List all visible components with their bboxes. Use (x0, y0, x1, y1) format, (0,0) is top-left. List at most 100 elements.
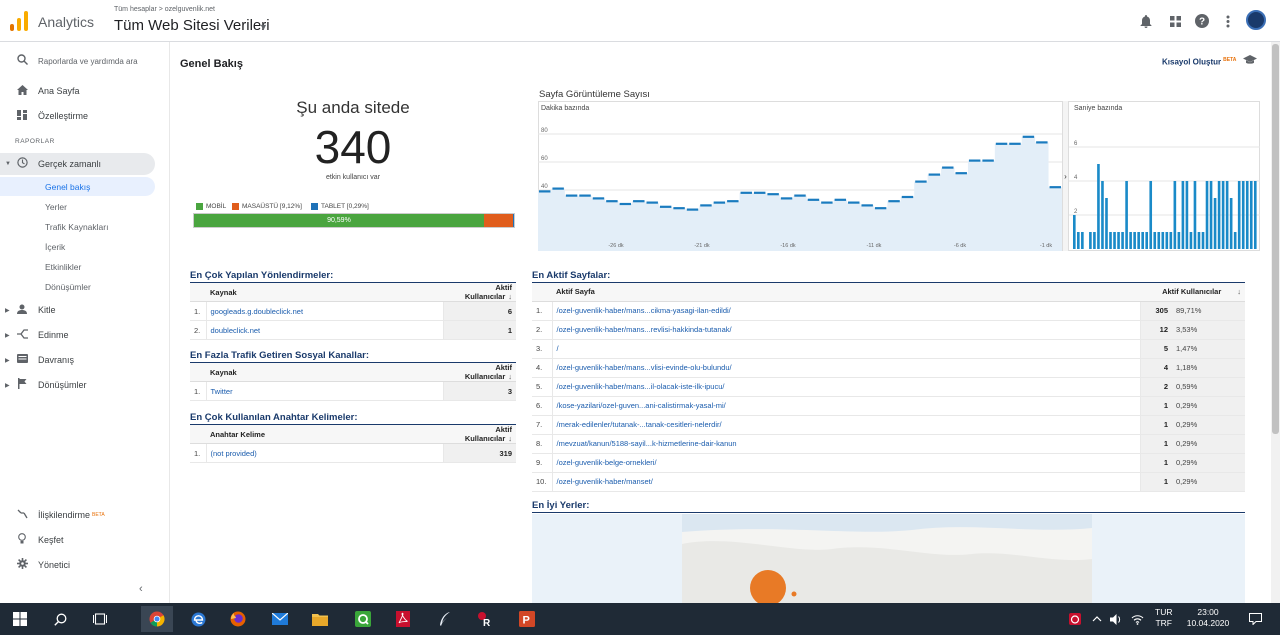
sidebar-sub-overview[interactable]: Genel bakış (0, 177, 155, 196)
windows-start-icon[interactable] (7, 606, 33, 632)
table-row[interactable]: 9./ozel-guvenlik-belge-ornekleri/1 0,29% (532, 453, 1245, 473)
more-vert-icon[interactable] (1219, 12, 1237, 30)
pdf-reader-taskbar-icon[interactable] (390, 606, 416, 632)
locations-map[interactable] (532, 514, 1245, 603)
sidebar-item-admin[interactable]: Yönetici (0, 554, 155, 576)
row-source[interactable]: doubleclick.net (206, 320, 444, 340)
create-shortcut-button[interactable]: Kısayol Oluştur BETA (1162, 57, 1236, 67)
sidebar-sub-events[interactable]: Etkinlikler (0, 257, 155, 276)
chrome-taskbar-icon[interactable] (141, 606, 173, 632)
page-header[interactable]: Aktif Sayfa (552, 283, 1140, 302)
row-page[interactable]: /ozel-guvenlik-belge-ornekleri/ (552, 453, 1141, 473)
sidebar-item-conversions[interactable]: ▶ Dönüşümler (0, 374, 155, 396)
app-green-taskbar-icon[interactable] (350, 606, 376, 632)
table-row[interactable]: 1. googleads.g.doubleclick.net 6 (190, 301, 516, 321)
table-row[interactable]: 1. (not provided) 319 (190, 443, 516, 463)
bar (1201, 232, 1205, 249)
row-index: 2. (532, 320, 553, 340)
file-explorer-taskbar-icon[interactable] (307, 606, 333, 632)
sidebar-item-customize[interactable]: Özelleştirme (0, 105, 155, 127)
breadcrumb[interactable]: Tüm hesaplar > ozelguvenlik.net (114, 6, 215, 13)
row-source[interactable]: Twitter (206, 381, 444, 401)
caret-down-icon[interactable]: ▼ (259, 22, 268, 32)
bar (1089, 232, 1092, 249)
app-sr-taskbar-icon[interactable]: R (473, 606, 499, 632)
row-page[interactable]: /ozel-guvenlik-haber/manset/ (552, 472, 1141, 492)
row-page[interactable]: /ozel-guvenlik-haber/mans...revlisi-hakk… (552, 320, 1141, 340)
row-keyword[interactable]: (not provided) (206, 443, 444, 463)
active-users-header[interactable]: Aktif Kullanıcılar ↓ (443, 283, 516, 302)
sidebar-sub-content[interactable]: İçerik (0, 237, 155, 256)
sidebar-item-behavior[interactable]: ▶ Davranış (0, 349, 155, 371)
task-view-icon[interactable] (87, 606, 113, 632)
bar (1077, 232, 1080, 249)
row-page[interactable]: /ozel-guvenlik-haber/mans...il-olacak-is… (552, 377, 1141, 397)
source-header[interactable]: Kaynak (206, 363, 443, 382)
sidebar-sub-conversions[interactable]: Dönüşümler (0, 277, 155, 296)
bar (1137, 232, 1140, 249)
volume-icon[interactable] (1106, 606, 1126, 632)
graduation-cap-icon[interactable] (1243, 54, 1257, 68)
table-row[interactable]: 4./ozel-guvenlik-haber/mans...vlisi-evin… (532, 358, 1245, 378)
wifi-icon[interactable] (1127, 606, 1147, 632)
active-users-header[interactable]: Aktif Kullanıcılar ↓ (1140, 283, 1245, 302)
collapse-sidebar-icon[interactable]: ‹ (139, 583, 143, 595)
row-page[interactable]: /ozel-guvenlik-haber/mans...cikma-yasagi… (552, 301, 1141, 321)
sidebar-item-home[interactable]: Ana Sayfa (0, 80, 155, 102)
chart-toggle-arrow-icon[interactable]: › (1062, 101, 1069, 251)
table-row[interactable]: 1./ozel-guvenlik-haber/mans...cikma-yasa… (532, 301, 1245, 321)
sidebar-item-realtime[interactable]: ▼ Gerçek zamanlı (0, 153, 155, 175)
help-icon[interactable]: ? (1193, 12, 1211, 30)
row-page[interactable]: /merak-edilenler/tutanak-...tanak-cesitl… (552, 415, 1141, 435)
firefox-taskbar-icon[interactable] (225, 606, 251, 632)
system-clock[interactable]: 23:00 10.04.2020 (1183, 607, 1233, 629)
person-icon (15, 304, 29, 317)
table-row[interactable]: 2./ozel-guvenlik-haber/mans...revlisi-ha… (532, 320, 1245, 340)
y-tick-label: 60 (541, 156, 548, 162)
table-row[interactable]: 5./ozel-guvenlik-haber/mans...il-olacak-… (532, 377, 1245, 397)
row-source[interactable]: googleads.g.doubleclick.net (206, 301, 444, 321)
table-header: Aktif Sayfa Aktif Kullanıcılar ↓ (532, 283, 1245, 302)
mail-taskbar-icon[interactable] (267, 606, 293, 632)
sidebar-item-discover[interactable]: Keşfet (0, 529, 155, 551)
feather-app-taskbar-icon[interactable] (432, 606, 458, 632)
row-value: 6 (443, 301, 516, 321)
notifications-icon[interactable] (1242, 606, 1268, 632)
row-page[interactable]: /ozel-guvenlik-haber/mans...vlisi-evinde… (552, 358, 1141, 378)
row-page[interactable]: /mevzuat/kanun/5188-sayil...k-hizmetleri… (552, 434, 1141, 454)
source-header[interactable]: Kaynak (206, 283, 443, 302)
sidebar-item-audience[interactable]: ▶ Kitle (0, 299, 155, 321)
powerpoint-taskbar-icon[interactable]: P (514, 606, 540, 632)
search-icon[interactable] (47, 606, 73, 632)
sidebar-item-acquisition[interactable]: ▶ Edinme (0, 324, 155, 346)
row-page[interactable]: /kose-yazilari/ozel-guven...ani-calistir… (552, 396, 1141, 416)
table-row[interactable]: 1. Twitter 3 (190, 381, 516, 401)
active-users-header[interactable]: Aktif Kullanıcılar ↓ (443, 425, 516, 444)
active-users-header[interactable]: Aktif Kullanıcılar ↓ (443, 363, 516, 382)
bar (1125, 181, 1128, 249)
table-row[interactable]: 7./merak-edilenler/tutanak-...tanak-cesi… (532, 415, 1245, 435)
tray-app-icon[interactable] (1062, 606, 1088, 632)
sidebar-item-attribution[interactable]: İlişkilendirme BETA (0, 504, 155, 526)
apps-grid-icon[interactable] (1166, 12, 1184, 30)
search-reports[interactable]: Raporlarda ve yardımda ara (0, 50, 155, 72)
sidebar-sub-locations[interactable]: Yerler (0, 197, 155, 216)
table-row[interactable]: 2. doubleclick.net 1 (190, 320, 516, 340)
table-row[interactable]: 10./ozel-guvenlik-haber/manset/1 0,29% (532, 472, 1245, 492)
table-row[interactable]: 8./mevzuat/kanun/5188-sayil...k-hizmetle… (532, 434, 1245, 454)
account-avatar[interactable] (1246, 10, 1266, 30)
bell-icon[interactable] (1137, 12, 1155, 30)
tray-chevron-up-icon[interactable] (1088, 606, 1106, 632)
table-row[interactable]: 3./5 1,47% (532, 339, 1245, 359)
row-percent: 1,18% (1172, 358, 1245, 378)
property-selector[interactable]: Tüm Web Sitesi Verileri (114, 17, 270, 34)
sidebar-sub-traffic-sources[interactable]: Trafik Kaynakları (0, 217, 155, 236)
edge-taskbar-icon[interactable] (185, 606, 211, 632)
caret-right-icon: ▶ (5, 307, 10, 314)
scrollbar-thumb[interactable] (1272, 44, 1279, 434)
input-language-indicator[interactable]: TUR TRF (1155, 607, 1172, 629)
table-row[interactable]: 6./kose-yazilari/ozel-guven...ani-calist… (532, 396, 1245, 416)
row-page[interactable]: / (552, 339, 1141, 359)
keyword-header[interactable]: Anahtar Kelime (206, 425, 443, 444)
analytics-logo-icon[interactable] (10, 11, 28, 31)
